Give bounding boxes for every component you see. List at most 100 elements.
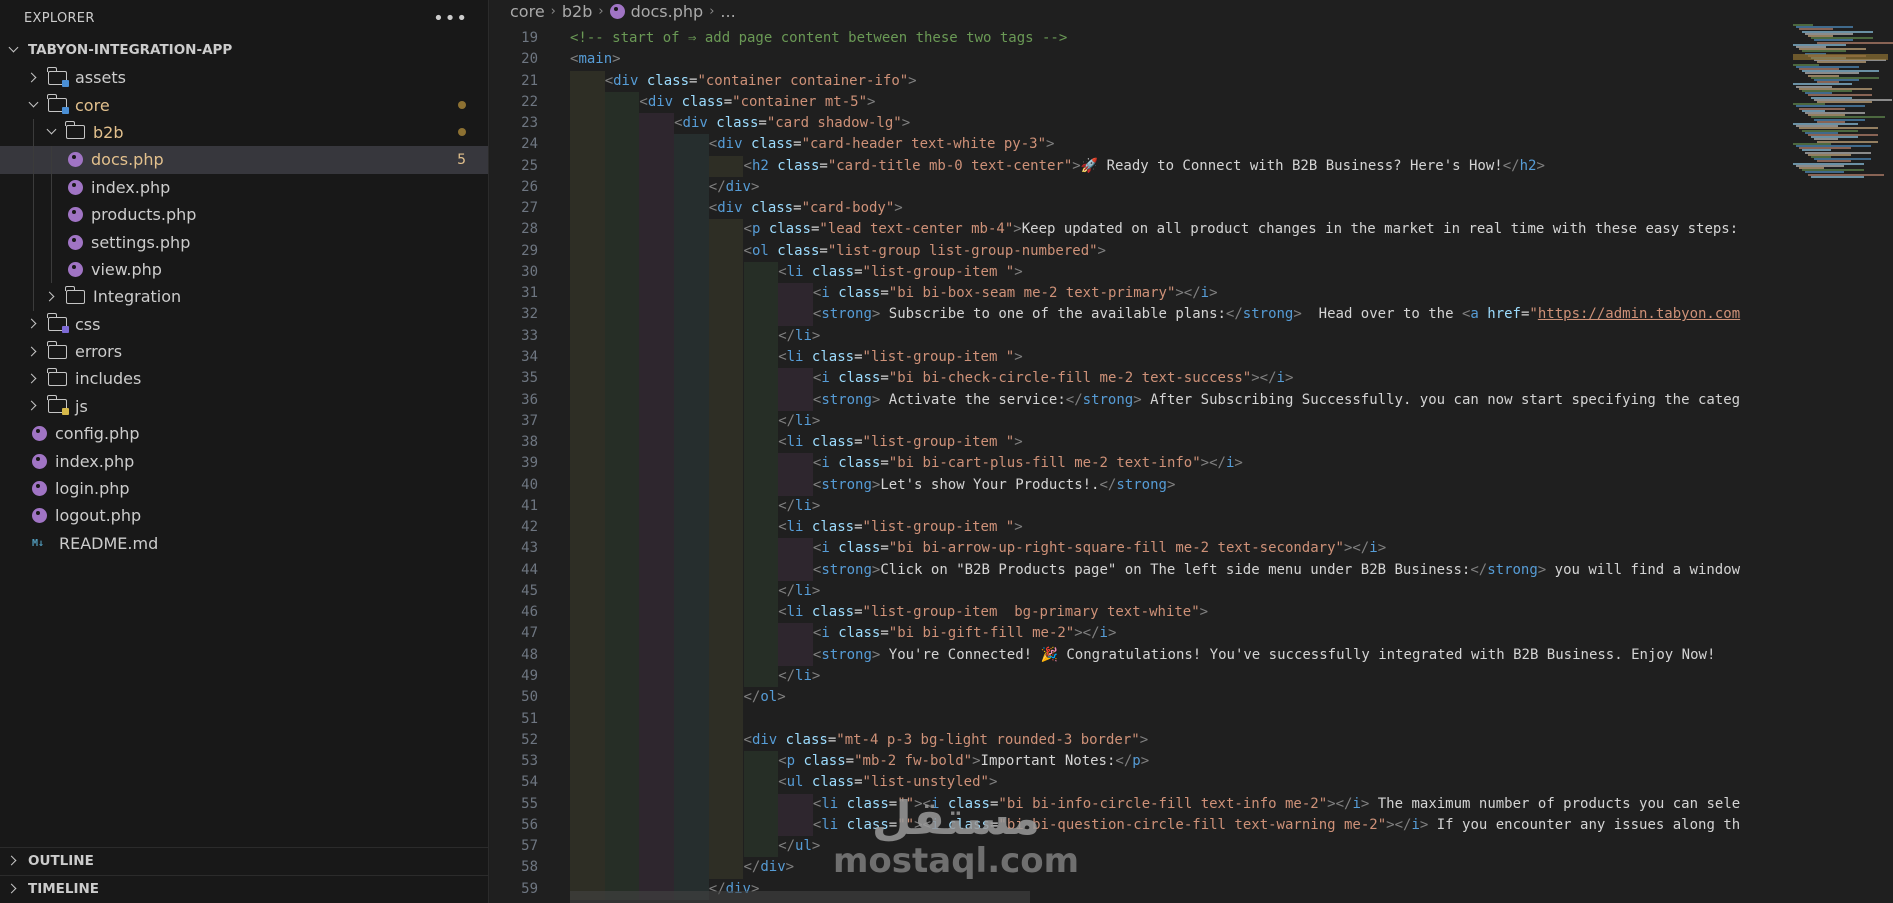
section-timeline[interactable]: TIMELINE xyxy=(0,875,489,902)
tree-item-b2b[interactable]: b2b xyxy=(0,118,488,147)
tree-item-view-php[interactable]: view.php xyxy=(0,255,488,284)
indent-rainbow-band xyxy=(743,261,779,284)
code-text: <li class="list-group-item "> xyxy=(778,347,1022,368)
tree-item-css[interactable]: css xyxy=(0,311,488,338)
code-line[interactable]: 29 <ol class="list-group list-group-numbe… xyxy=(490,240,1780,262)
section-outline[interactable]: OUTLINE xyxy=(0,847,489,874)
code-line[interactable]: 26 </div> xyxy=(490,176,1780,199)
code-line[interactable]: 22 <div class="container mt-5"> xyxy=(490,91,1780,114)
code-line[interactable]: 33 </li> xyxy=(490,325,1780,347)
indent-rainbow-band xyxy=(570,91,605,114)
code-line[interactable]: 37 </li> xyxy=(490,410,1780,433)
token-tag: i xyxy=(821,455,830,472)
code-line[interactable]: 41 </li> xyxy=(490,495,1780,518)
code-line[interactable]: 28 <p class="lead text-center mb-4">Keep … xyxy=(490,219,1780,241)
code-line[interactable]: 58 </div> xyxy=(490,857,1780,879)
indent-rainbow-band xyxy=(674,751,709,773)
line-number: 26 xyxy=(521,178,538,195)
tree-item-assets[interactable]: assets xyxy=(0,64,488,91)
horizontal-scrollbar[interactable] xyxy=(570,891,1030,903)
code-line[interactable]: 21 <div class="container container-ifo"> xyxy=(490,70,1780,92)
code-line[interactable]: 20 <main> xyxy=(490,49,1780,70)
code-editor[interactable]: 19 <!-- start of ⇒ add page content betwe… xyxy=(490,28,1780,903)
indent-rainbow-band xyxy=(570,240,605,262)
tree-item-readme-md[interactable]: M↓ README.md xyxy=(0,530,488,557)
tree-item-label: index.php xyxy=(55,451,135,471)
code-line[interactable]: 38 <li class="list-group-item "> xyxy=(490,432,1780,454)
code-text: <div class="card-header text-white py-3"… xyxy=(709,134,1055,155)
code-text: </li> xyxy=(778,326,820,347)
token-str: "list-group-item " xyxy=(862,348,1015,365)
code-line[interactable]: 47 <i class="bi bi-gift-fill me-2"></i> xyxy=(490,623,1780,645)
code-line[interactable]: 42 <li class="list-group-item "> xyxy=(490,517,1780,539)
tree-item-core[interactable]: core xyxy=(0,91,488,118)
token-attr: class xyxy=(803,753,846,770)
breadcrumb-file[interactable]: docs.php xyxy=(631,2,704,21)
code-line[interactable]: 25 <h2 class="card-title mb-0 text-center… xyxy=(490,155,1780,177)
project-root[interactable]: TABYON-INTEGRATION-APP xyxy=(0,36,488,64)
code-line[interactable]: 51 xyxy=(490,708,1780,730)
token-tag: div xyxy=(717,200,743,217)
indent-rainbow-band xyxy=(604,708,640,730)
code-line[interactable]: 27 <div class="card-body"> xyxy=(490,198,1780,220)
token-br: > xyxy=(1140,753,1150,770)
code-line[interactable]: 46 <li class="list-group-item bg-primary … xyxy=(490,602,1780,624)
code-line[interactable]: 40 <strong>Let's show Your Products!.</st… xyxy=(490,474,1780,496)
code-line[interactable]: 56 <li class=""><i class="bi bi-question-… xyxy=(490,814,1780,837)
code-line[interactable]: 49 </li> xyxy=(490,665,1780,688)
code-text: <i class="bi bi-arrow-up-right-square-fi… xyxy=(813,538,1386,559)
tree-item-includes[interactable]: includes xyxy=(0,365,488,392)
tree-item-login-php[interactable]: login.php xyxy=(0,475,488,502)
tree-item-docs-php[interactable]: docs.php 5 xyxy=(0,146,488,174)
breadcrumb-core[interactable]: core xyxy=(510,2,545,21)
breadcrumb-symbols[interactable]: ... xyxy=(720,2,735,21)
code-line[interactable]: 23 <div class="card shadow-lg"> xyxy=(490,113,1780,135)
token-link[interactable]: https://admin.tabyon.com xyxy=(1538,306,1740,322)
code-text: <strong>Click on "B2B Products page" on … xyxy=(813,560,1740,581)
ellipsis-icon[interactable]: ••• xyxy=(433,8,468,29)
code-line[interactable]: 54 <ul class="list-unstyled"> xyxy=(490,772,1780,794)
code-line[interactable]: 52 <div class="mt-4 p-3 bg-light rounded-… xyxy=(490,729,1780,752)
tree-item-settings-php[interactable]: settings.php xyxy=(0,228,488,256)
indent-rainbow-band xyxy=(570,70,605,92)
code-line[interactable]: 31 <i class="bi bi-box-seam me-2 text-pri… xyxy=(490,283,1780,305)
code-line[interactable]: 53 <p class="mb-2 fw-bold">Important Note… xyxy=(490,751,1780,773)
indent-rainbow-band xyxy=(743,538,779,560)
code-line[interactable]: 45 </li> xyxy=(490,580,1780,603)
code-line[interactable]: 43 <i class="bi bi-arrow-up-right-square-… xyxy=(490,538,1780,560)
code-line[interactable]: 30 <li class="list-group-item "> xyxy=(490,261,1780,284)
breadcrumb-b2b[interactable]: b2b xyxy=(562,2,593,21)
code-line[interactable]: 50 </ol> xyxy=(490,687,1780,709)
indent-rainbow-band xyxy=(604,538,640,560)
code-line[interactable]: 55 <li class=""><i class="bi bi-info-circ… xyxy=(490,793,1780,815)
tree-item-config-php[interactable]: config.php xyxy=(0,420,488,447)
code-line[interactable]: 48 <strong> You're Connected! 🎉 Congratul… xyxy=(490,644,1780,666)
token-br: ></ xyxy=(1251,370,1277,387)
tree-item-logout-php[interactable]: logout.php xyxy=(0,502,488,529)
token-txt: = xyxy=(854,774,863,791)
code-line[interactable]: 34 <li class="list-group-item "> xyxy=(490,346,1780,369)
code-line[interactable]: 44 <strong>Click on "B2B Products page" o… xyxy=(490,559,1780,581)
tree-item-integration[interactable]: Integration xyxy=(0,283,488,311)
code-line[interactable]: 39 <i class="bi bi-cart-plus-fill me-2 te… xyxy=(490,453,1780,475)
token-br: </ xyxy=(778,667,796,684)
minimap[interactable] xyxy=(1783,0,1893,903)
tree-item-index-php[interactable]: index.php xyxy=(0,173,488,201)
code-line[interactable]: 24 <div class="card-header text-white py-… xyxy=(490,134,1780,156)
tree-item-errors[interactable]: errors xyxy=(0,338,488,365)
token-txt: = xyxy=(888,795,898,812)
token-br: </ xyxy=(1225,306,1243,323)
code-line[interactable]: 35 <i class="bi bi-check-circle-fill me-2… xyxy=(490,368,1780,390)
tree-item-index-php[interactable]: index.php xyxy=(0,447,488,474)
tree-item-products-php[interactable]: products.php xyxy=(0,200,488,229)
tree-item-js[interactable]: js xyxy=(0,393,488,420)
code-line[interactable]: 57 </ul> xyxy=(490,836,1780,858)
code-line[interactable]: 36 <strong> Activate the service:</strong… xyxy=(490,389,1780,411)
token-tag: i xyxy=(821,540,830,557)
code-line[interactable]: 19 <!-- start of ⇒ add page content betwe… xyxy=(490,28,1780,49)
token-str: " xyxy=(1529,306,1538,323)
indent-rainbow-band xyxy=(743,751,779,773)
code-text: </div> xyxy=(744,857,795,878)
code-line[interactable]: 32 <strong> Subscribe to one of the avail… xyxy=(490,304,1780,326)
